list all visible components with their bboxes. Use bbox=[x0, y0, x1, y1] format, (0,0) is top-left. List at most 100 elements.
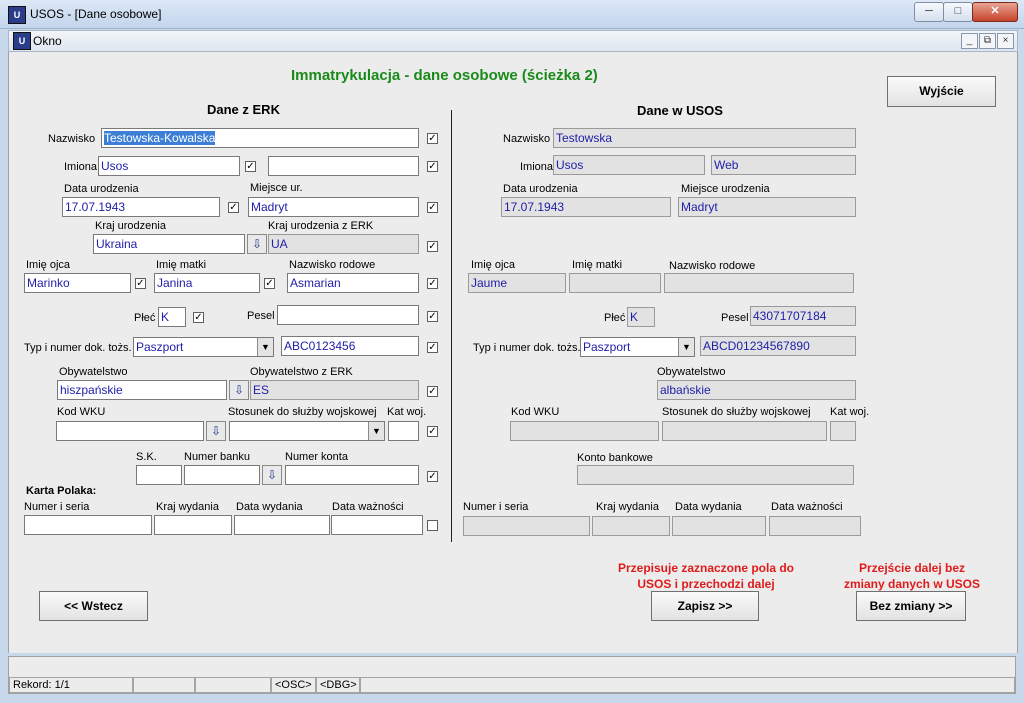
chevron-down-icon[interactable]: ▼ bbox=[678, 338, 694, 356]
erk-nr-dok-field[interactable]: ABC0123456 bbox=[281, 336, 419, 356]
erk-stosunek-label: Stosunek do służby wojskowej bbox=[228, 406, 377, 418]
usos-kp-kraj-label: Kraj wydania bbox=[596, 501, 659, 513]
kod-wku-lookup-icon[interactable]: ⇩ bbox=[206, 421, 226, 441]
usos-kp-data-wyd-field bbox=[672, 516, 766, 536]
erk-kp-numer-field[interactable] bbox=[24, 515, 152, 535]
erk-stosunek-select[interactable]: ▼ bbox=[229, 421, 385, 441]
erk-miejsce-ur-field[interactable]: Madryt bbox=[248, 197, 419, 217]
erk-nr-konta-field[interactable] bbox=[285, 465, 419, 485]
erk-imie2-checkbox[interactable]: ✓ bbox=[427, 161, 438, 172]
record-indicator: Rekord: 1/1 bbox=[9, 677, 133, 693]
erk-data-ur-checkbox[interactable]: ✓ bbox=[228, 202, 239, 213]
obyw-lookup-icon[interactable]: ⇩ bbox=[229, 380, 249, 400]
erk-wojsko-checkbox[interactable]: ✓ bbox=[427, 426, 438, 437]
erk-kraj-ur-erk-label: Kraj urodzenia z ERK bbox=[268, 220, 374, 232]
erk-typ-dok-label: Typ i numer dok. tożs. bbox=[24, 342, 132, 354]
erk-kraj-ur-label: Kraj urodzenia bbox=[95, 220, 166, 232]
usos-kp-data-waz-label: Data ważności bbox=[771, 501, 843, 513]
erk-imie2-field[interactable] bbox=[268, 156, 419, 176]
usos-imie2-field: Web bbox=[711, 155, 856, 175]
erk-sk-field[interactable] bbox=[136, 465, 182, 485]
usos-header: Dane w USOS bbox=[637, 103, 723, 118]
erk-nazwisko-field[interactable]: Testowska-Kowalska bbox=[101, 128, 419, 148]
erk-nr-konta-label: Numer konta bbox=[285, 451, 348, 463]
erk-nazwisko-rod-field[interactable]: Asmarian bbox=[287, 273, 419, 293]
chevron-down-icon[interactable]: ▼ bbox=[257, 338, 273, 356]
erk-imie-matki-field[interactable]: Janina bbox=[154, 273, 260, 293]
chevron-down-icon[interactable]: ▼ bbox=[368, 422, 384, 440]
usos-konto-label: Konto bankowe bbox=[577, 452, 653, 464]
erk-kp-data-wyd-field[interactable] bbox=[234, 515, 330, 535]
erk-nazwisko-value: Testowska-Kowalska bbox=[104, 131, 216, 145]
kraj-ur-lookup-icon[interactable]: ⇩ bbox=[247, 234, 267, 254]
save-note: Przepisuje zaznaczone pola do USOS i prz… bbox=[617, 561, 795, 591]
erk-kod-wku-field[interactable] bbox=[56, 421, 204, 441]
status-cell-empty-1 bbox=[133, 677, 195, 693]
erk-typ-dok-select[interactable]: Paszport ▼ bbox=[133, 337, 274, 357]
usos-kat-woj-label: Kat woj. bbox=[830, 406, 870, 418]
erk-nazwisko-rod-checkbox[interactable]: ✓ bbox=[427, 278, 438, 289]
erk-sk-label: S.K. bbox=[136, 451, 157, 463]
skip-button[interactable]: Bez zmiany >> bbox=[856, 591, 966, 621]
back-button[interactable]: << Wstecz bbox=[39, 591, 148, 621]
erk-nr-banku-label: Numer banku bbox=[184, 451, 251, 463]
menu-okno[interactable]: Okno bbox=[33, 34, 62, 48]
erk-imiona-label: Imiona bbox=[64, 161, 98, 173]
erk-imie-matki-checkbox[interactable]: ✓ bbox=[264, 278, 275, 289]
erk-kp-checkbox[interactable] bbox=[427, 520, 438, 531]
erk-imie-ojca-field[interactable]: Marinko bbox=[24, 273, 131, 293]
usos-pesel-field: 43071707184 bbox=[750, 306, 856, 326]
usos-nr-dok-field: ABCD01234567890 bbox=[700, 336, 856, 356]
erk-miejsce-ur-checkbox[interactable]: ✓ bbox=[427, 202, 438, 213]
erk-imie1-checkbox[interactable]: ✓ bbox=[245, 161, 256, 172]
exit-button[interactable]: Wyjście bbox=[887, 76, 996, 107]
mdi-app-icon: U bbox=[13, 32, 31, 50]
mdi-minimize-button[interactable]: _ bbox=[961, 33, 978, 49]
usos-imiona-label: Imiona bbox=[520, 161, 554, 173]
mdi-close-button[interactable]: × bbox=[997, 33, 1014, 49]
erk-pesel-field[interactable] bbox=[277, 305, 419, 325]
erk-dok-checkbox[interactable]: ✓ bbox=[427, 342, 438, 353]
erk-obyw-field[interactable]: hiszpańskie bbox=[57, 380, 227, 400]
usos-typ-dok-select[interactable]: Paszport ▼ bbox=[580, 337, 695, 357]
mdi-restore-button[interactable]: ⧉ bbox=[979, 33, 996, 49]
erk-kraj-ur-field[interactable]: Ukraina bbox=[93, 234, 245, 254]
erk-data-ur-field[interactable]: 17.07.1943 bbox=[62, 197, 220, 217]
erk-imie1-field[interactable]: Usos bbox=[98, 156, 240, 176]
usos-data-ur-field: 17.07.1943 bbox=[501, 197, 671, 217]
erk-plec-field[interactable]: K bbox=[158, 307, 186, 327]
erk-kp-data-waz-field[interactable] bbox=[331, 515, 423, 535]
save-button[interactable]: Zapisz >> bbox=[651, 591, 759, 621]
maximize-button[interactable]: □ bbox=[943, 2, 973, 22]
minimize-button[interactable]: ─ bbox=[914, 2, 944, 22]
close-button[interactable]: ✕ bbox=[972, 2, 1018, 22]
erk-nr-banku-field[interactable] bbox=[184, 465, 260, 485]
usos-kp-numer-label: Numer i seria bbox=[463, 501, 529, 513]
erk-kod-wku-label: Kod WKU bbox=[57, 406, 106, 418]
status-bar: Rekord: 1/1 <OSC> <DBG> bbox=[8, 656, 1016, 694]
usos-stosunek-label: Stosunek do służby wojskowej bbox=[662, 406, 811, 418]
erk-plec-checkbox[interactable]: ✓ bbox=[193, 312, 204, 323]
usos-obyw-label: Obywatelstwo bbox=[657, 366, 726, 378]
nr-banku-lookup-icon[interactable]: ⇩ bbox=[262, 465, 282, 485]
usos-kp-data-waz-field bbox=[769, 516, 861, 536]
erk-kraj-ur-checkbox[interactable]: ✓ bbox=[427, 241, 438, 252]
usos-kp-data-wyd-label: Data wydania bbox=[675, 501, 742, 513]
usos-app-icon: U bbox=[8, 6, 26, 24]
erk-kp-kraj-field[interactable] bbox=[154, 515, 232, 535]
erk-kat-woj-field[interactable] bbox=[388, 421, 419, 441]
erk-pesel-checkbox[interactable]: ✓ bbox=[427, 311, 438, 322]
usos-imie-ojca-label: Imię ojca bbox=[471, 259, 516, 271]
erk-obyw-checkbox[interactable]: ✓ bbox=[427, 386, 438, 397]
usos-kod-wku-label: Kod WKU bbox=[511, 406, 560, 418]
erk-nazwisko-checkbox[interactable]: ✓ bbox=[427, 133, 438, 144]
usos-stosunek-field bbox=[662, 421, 827, 441]
usos-imie-matki-label: Imię matki bbox=[572, 259, 623, 271]
erk-kat-woj-label: Kat woj. bbox=[387, 406, 427, 418]
form-title: Immatrykulacja - dane osobowe (ścieżka 2… bbox=[291, 67, 598, 84]
erk-konto-checkbox[interactable]: ✓ bbox=[427, 471, 438, 482]
karta-polaka-label: Karta Polaka: bbox=[26, 485, 97, 497]
usos-imie1-field: Usos bbox=[553, 155, 705, 175]
erk-kraj-ur-erk-field: UA bbox=[268, 234, 419, 254]
erk-imie-ojca-checkbox[interactable]: ✓ bbox=[135, 278, 146, 289]
